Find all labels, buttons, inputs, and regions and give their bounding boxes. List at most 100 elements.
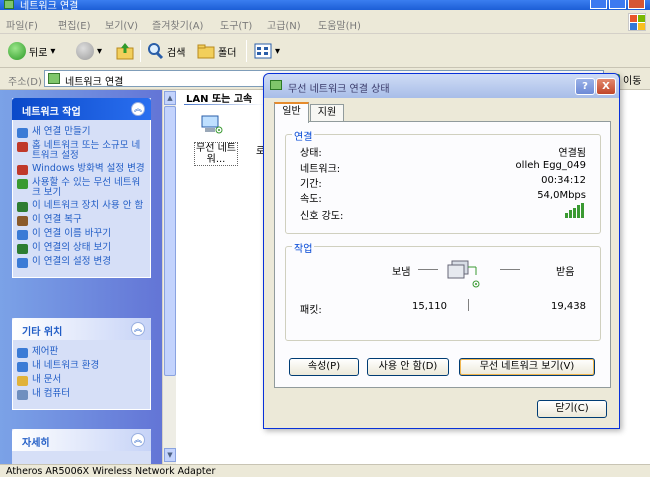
- status-text: Atheros AR5006X Wireless Network Adapter: [6, 466, 216, 477]
- other-place-item-icon: [17, 348, 28, 358]
- received-dash: [500, 269, 520, 270]
- wireless-connection-icon[interactable]: [200, 114, 224, 136]
- folders-label: 폴더: [218, 47, 237, 59]
- network-tasks-list: 새 연결 만들기홈 네트워크 또는 소규모 네트워크 설정 Windows 방화벽…: [12, 120, 151, 278]
- other-place-item[interactable]: 내 컴퓨터: [17, 389, 146, 400]
- go-label: 이동: [623, 76, 642, 87]
- network-task-item[interactable]: 이 연결 이름 바꾸기: [17, 229, 146, 240]
- scroll-down-arrow-icon[interactable]: ▼: [164, 448, 176, 462]
- network-connections-icon: [48, 73, 60, 84]
- up-folder-icon: [116, 43, 134, 60]
- signal-bar: [573, 207, 576, 218]
- network-task-item[interactable]: 이 연결 복구: [17, 215, 146, 226]
- network-task-item-icon: [17, 258, 28, 268]
- back-button[interactable]: 뒤로 ▾: [8, 41, 55, 61]
- scroll-thumb[interactable]: [164, 106, 176, 376]
- duration-value: 00:34:12: [541, 175, 586, 186]
- close-button[interactable]: [628, 0, 645, 9]
- view-wireless-networks-button[interactable]: 무선 네트워크 보기(V): [459, 358, 595, 376]
- other-place-item[interactable]: 내 문서: [17, 375, 146, 386]
- received-label: 받음: [556, 267, 575, 278]
- dialog-close-text-button[interactable]: 닫기(C): [537, 400, 607, 418]
- network-task-item[interactable]: 새 연결 만들기: [17, 127, 146, 138]
- dialog-title: 무선 네트워크 연결 상태: [288, 84, 390, 95]
- signal-bar: [577, 205, 580, 218]
- general-tab-page: 연결 상태: 연결됨 네트워크: olleh Egg_049 기간: 00:34…: [274, 121, 611, 388]
- network-task-item-label: 새 연결 만들기: [32, 126, 91, 137]
- details-header[interactable]: 자세히 ︽: [12, 429, 151, 451]
- status-label: 상태:: [300, 148, 322, 159]
- properties-button[interactable]: 속성(P): [289, 358, 359, 376]
- other-place-item-label: 제어판: [32, 346, 59, 357]
- wireless-connection-label[interactable]: 무선 네트워...: [194, 142, 238, 166]
- menu-view[interactable]: 보기(V): [105, 17, 138, 32]
- network-task-item[interactable]: 이 연결의 상태 보기: [17, 243, 146, 254]
- packets-label: 패킷:: [300, 305, 322, 316]
- network-task-item-icon: [17, 179, 28, 189]
- tab-support[interactable]: 지원: [310, 104, 344, 122]
- collapse-chevron-icon[interactable]: ︽: [131, 433, 145, 447]
- search-button[interactable]: 검색: [146, 41, 185, 61]
- details-panel: 자세히 ︽: [12, 429, 151, 464]
- network-task-item-icon: [17, 128, 28, 138]
- speed-value: 54,0Mbps: [537, 190, 586, 201]
- network-task-item-icon: [17, 165, 28, 175]
- menu-edit[interactable]: 편집(E): [58, 17, 91, 32]
- address-label: 주소(D): [8, 77, 42, 88]
- menu-tools[interactable]: 도구(T): [220, 17, 252, 32]
- toolbar-separator: [140, 40, 141, 62]
- connection-section-title: 연결: [292, 128, 315, 143]
- network-tasks-header[interactable]: 네트워크 작업 ︽: [12, 98, 151, 120]
- help-button[interactable]: ?: [575, 78, 595, 95]
- activity-section-title: 작업: [292, 240, 315, 255]
- search-icon: [148, 43, 164, 60]
- dialog-titlebar[interactable]: 무선 네트워크 연결 상태 ? X: [264, 74, 619, 98]
- network-task-item[interactable]: 이 연결의 설정 변경: [17, 257, 146, 268]
- menu-help[interactable]: 도움말(H): [318, 17, 361, 32]
- network-task-item-label: 사용할 수 있는 무선 네트워크 보기: [32, 177, 141, 198]
- status-value: 연결됨: [558, 148, 586, 159]
- menu-file[interactable]: 파일(F): [6, 17, 38, 32]
- other-place-item-label: 내 컴퓨터: [32, 388, 70, 399]
- disable-button[interactable]: 사용 안 함(D): [367, 358, 449, 376]
- task-pane: 네트워크 작업 ︽ 새 연결 만들기홈 네트워크 또는 소규모 네트워크 설정 W…: [0, 90, 162, 464]
- minimize-button[interactable]: [590, 0, 607, 9]
- other-places-header[interactable]: 기타 위치 ︽: [12, 318, 151, 340]
- folders-icon: [197, 44, 215, 59]
- other-place-item[interactable]: 제어판: [17, 347, 146, 358]
- network-task-item[interactable]: 홈 네트워크 또는 소규모 네트워크 설정: [17, 141, 146, 161]
- sent-label: 보냄: [392, 267, 411, 278]
- task-pane-scrollbar[interactable]: ▲ ▼: [162, 90, 176, 464]
- menu-favorites[interactable]: 즐겨찾기(A): [152, 17, 203, 32]
- views-button[interactable]: ▾: [254, 41, 280, 61]
- packets-received-value: 19,438: [551, 301, 586, 312]
- menu-bar: 파일(F) 편집(E) 보기(V) 즐겨찾기(A) 도구(T) 고급(N) 도움…: [0, 10, 650, 34]
- collapse-chevron-icon[interactable]: ︽: [131, 102, 145, 116]
- network-activity-icon: [447, 260, 480, 288]
- maximize-button[interactable]: [609, 0, 626, 9]
- activity-section: 작업 보냄 받음 패킷: 15,110 19,438: [285, 240, 601, 341]
- network-task-item[interactable]: 이 네트워크 장치 사용 안 함: [17, 201, 146, 212]
- connection-section: 연결 상태: 연결됨 네트워크: olleh Egg_049 기간: 00:34…: [285, 128, 601, 234]
- toolbar-separator: [246, 40, 247, 62]
- other-place-item-icon: [17, 362, 28, 372]
- network-task-item-icon: [17, 244, 28, 254]
- up-folder-button[interactable]: [116, 41, 134, 61]
- dialog-close-button[interactable]: X: [596, 78, 616, 95]
- forward-button[interactable]: ▾: [76, 41, 102, 61]
- folders-button[interactable]: 폴더: [197, 41, 236, 61]
- network-task-item[interactable]: Windows 방화벽 설정 변경: [17, 164, 146, 175]
- other-place-item-label: 내 네트워크 환경: [32, 360, 100, 371]
- network-value: olleh Egg_049: [515, 160, 586, 171]
- back-label: 뒤로: [29, 47, 48, 59]
- dropdown-arrow-icon: ▾: [50, 45, 56, 57]
- packets-sent-value: 15,110: [412, 301, 447, 312]
- collapse-chevron-icon[interactable]: ︽: [131, 322, 145, 336]
- menu-advanced[interactable]: 고급(N): [267, 17, 301, 32]
- tab-general[interactable]: 일반: [274, 102, 309, 123]
- other-place-item[interactable]: 내 네트워크 환경: [17, 361, 146, 372]
- sent-dash: [418, 269, 438, 270]
- network-task-item-label: 이 연결의 설정 변경: [32, 256, 111, 267]
- network-task-item[interactable]: 사용할 수 있는 무선 네트워크 보기: [17, 178, 146, 198]
- scroll-up-arrow-icon[interactable]: ▲: [164, 91, 176, 105]
